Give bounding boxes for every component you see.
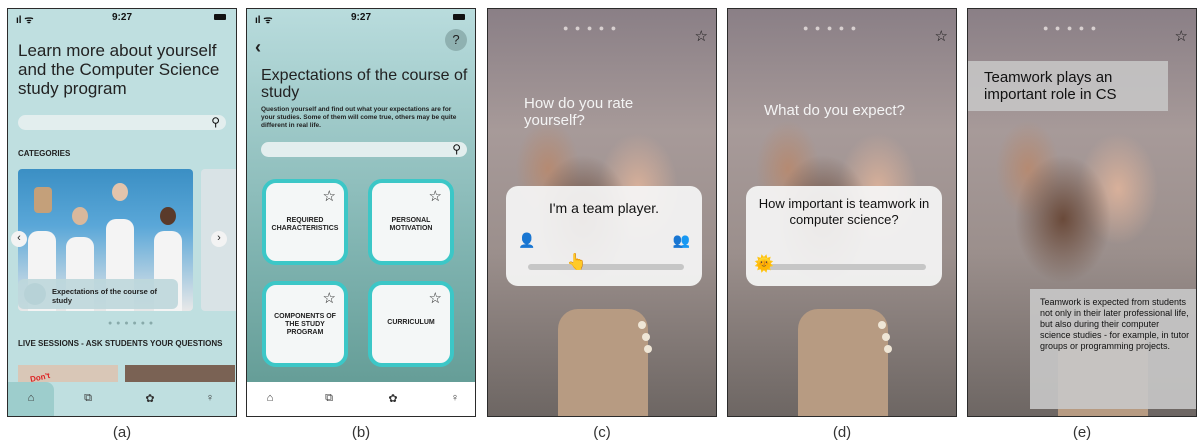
progress-dots: ● ● ● ● ●: [1043, 23, 1099, 33]
question-title: What do you expect?: [764, 102, 905, 119]
battery-icon: [453, 14, 465, 20]
rating-slider[interactable]: [528, 264, 684, 270]
search-input[interactable]: ⚲: [18, 115, 226, 130]
star-icon[interactable]: ☆: [323, 187, 336, 205]
status-bar: ıl ᯤ 9:27: [8, 9, 236, 26]
home-icon[interactable]: ⌂: [260, 392, 280, 404]
next-arrow-icon[interactable]: ›: [211, 231, 227, 247]
progress-dots: ● ● ● ● ●: [803, 23, 859, 33]
statement-text: How important is teamwork in computer sc…: [758, 196, 930, 227]
screen-b: ıl ᯤ 9:27 ‹ ? Expectations of the course…: [246, 8, 476, 417]
star-icon[interactable]: ☆: [1175, 27, 1188, 45]
single-person-icon: 👤: [518, 232, 536, 248]
help-icon[interactable]: ?: [445, 29, 467, 51]
caption-c: (c): [593, 424, 611, 441]
tile-label: REQUIRED CHARACTERISTICS: [271, 217, 339, 232]
sleeve-button: [878, 321, 886, 329]
search-icon[interactable]: ⚲: [211, 115, 220, 129]
page-title: Expectations of the course of study: [261, 67, 468, 101]
page-description: Question yourself and find out what your…: [261, 106, 457, 129]
star-icon[interactable]: ☆: [323, 289, 336, 307]
live-sessions-heading: LIVE SESSIONS - ASK STUDENTS YOUR QUESTI…: [18, 339, 223, 348]
paper-bag-head: [34, 187, 52, 213]
headline-box: Teamwork plays an important role in CS: [968, 61, 1168, 111]
star-icon[interactable]: ☆: [429, 289, 442, 307]
community-icon[interactable]: ✿: [140, 392, 160, 405]
caption-a: (a): [112, 424, 132, 441]
tile-components-study-program[interactable]: ☆ COMPONENTS OF THE STUDY PROGRAM: [262, 281, 348, 367]
group-icon: 👥: [672, 232, 690, 248]
person-head: [72, 207, 88, 225]
pointer-hand-icon[interactable]: 👆: [567, 252, 587, 272]
caption-e: (e): [1072, 424, 1092, 441]
sleeve-photo: [558, 309, 648, 416]
card-label: Expectations of the course of study: [52, 287, 158, 305]
prev-arrow-icon[interactable]: ‹: [11, 231, 27, 247]
question-title: How do you rate yourself?: [524, 95, 634, 129]
tile-label: CURRICULUM: [387, 319, 435, 326]
categories-heading: CATEGORIES: [18, 149, 71, 158]
battery-icon: [214, 14, 226, 20]
person-head: [160, 207, 176, 225]
statement-text: I'm a team player.: [548, 200, 660, 216]
carousel-dots: ● ● ● ● ● ●: [108, 320, 155, 327]
star-icon[interactable]: ☆: [695, 27, 708, 45]
caption-b: (b): [351, 424, 371, 441]
home-icon[interactable]: ⌂: [21, 392, 41, 404]
tile-personal-motivation[interactable]: ☆ PERSONAL MOTIVATION: [368, 179, 454, 265]
page-title: Learn more about yourself and the Comput…: [18, 41, 220, 98]
headline-text: Teamwork plays an important role in CS: [984, 69, 1117, 103]
profile-icon[interactable]: ♀: [445, 392, 465, 404]
tile-curriculum[interactable]: ☆ CURRICULUM: [368, 281, 454, 367]
categories-icon[interactable]: ⧉: [78, 392, 98, 405]
sleeve-button: [884, 345, 892, 353]
status-bar: ıl ᯤ 9:27: [247, 9, 475, 26]
tile-label: PERSONAL MOTIVATION: [389, 217, 433, 232]
bottom-nav: ⌂ ⧉ ✿ ♀: [8, 382, 236, 416]
sleeve-button: [642, 333, 650, 341]
community-icon[interactable]: ✿: [383, 392, 403, 405]
star-icon[interactable]: ☆: [935, 27, 948, 45]
categories-icon[interactable]: ⧉: [319, 392, 339, 405]
sleeve-button: [638, 321, 646, 329]
screen-e: ● ● ● ● ● ☆ Teamwork plays an important …: [967, 8, 1197, 417]
clock: 9:27: [350, 12, 371, 23]
card-label-box: Expectations of the course of study: [18, 279, 178, 309]
tile-label: COMPONENTS OF THE STUDY PROGRAM: [274, 313, 336, 336]
sun-icon[interactable]: 🌞: [754, 254, 774, 274]
info-text: Teamwork is expected from students not o…: [1040, 297, 1190, 351]
screen-c: ● ● ● ● ● ☆ How do you rate yourself? I'…: [487, 8, 717, 417]
back-icon[interactable]: ‹: [255, 37, 261, 58]
person-head: [112, 183, 128, 201]
caption-d: (d): [832, 424, 852, 441]
search-input[interactable]: ⚲: [261, 142, 467, 157]
profile-icon[interactable]: ♀: [200, 392, 220, 404]
info-box: Teamwork is expected from students not o…: [1030, 289, 1196, 409]
sleeve-button: [882, 333, 890, 341]
rating-panel: How important is teamwork in computer sc…: [746, 186, 942, 286]
screen-d: ● ● ● ● ● ☆ What do you expect? How impo…: [727, 8, 957, 417]
rating-panel: I'm a team player. 👤 👥 👆: [506, 186, 702, 286]
search-icon[interactable]: ⚲: [452, 142, 461, 156]
progress-dots: ● ● ● ● ●: [563, 23, 619, 33]
sleeve-photo: [798, 309, 888, 416]
screen-a: ıl ᯤ 9:27 Learn more about yourself and …: [7, 8, 237, 417]
rating-slider[interactable]: [760, 264, 926, 270]
star-icon[interactable]: ☆: [429, 187, 442, 205]
tile-required-characteristics[interactable]: ☆ REQUIRED CHARACTERISTICS: [262, 179, 348, 265]
clock: 9:27: [111, 12, 132, 23]
bottom-nav: ⌂ ⧉ ✿ ♀: [247, 382, 475, 416]
sleeve-button: [644, 345, 652, 353]
